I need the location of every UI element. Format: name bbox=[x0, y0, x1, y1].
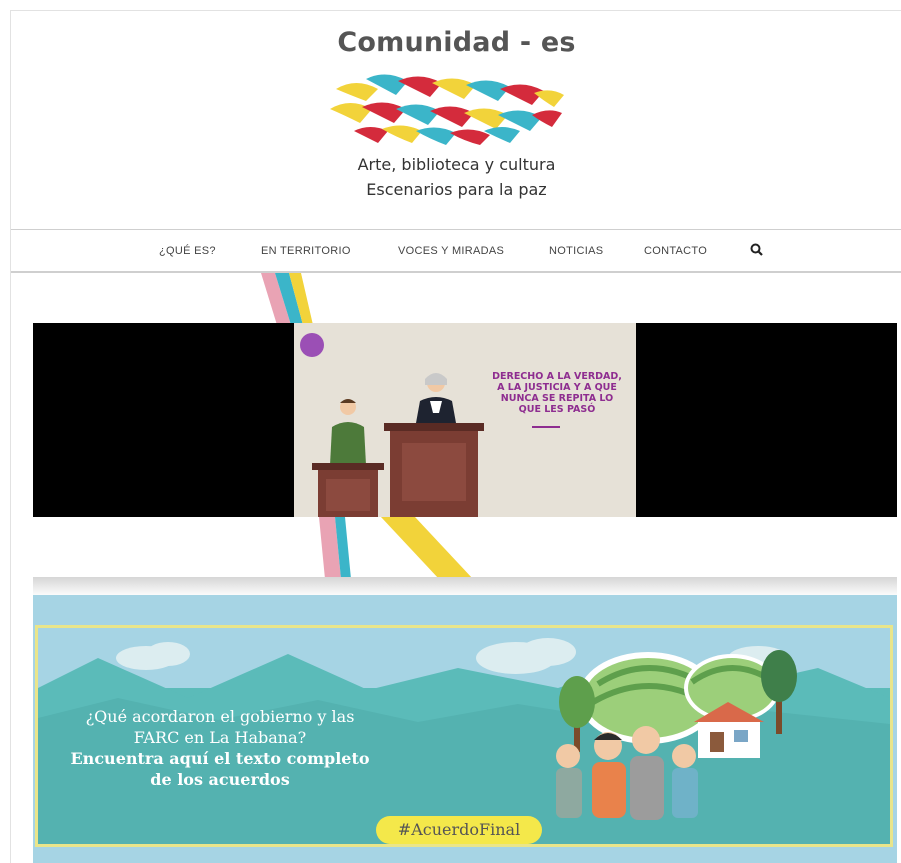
banner-shadow bbox=[33, 577, 897, 597]
nav-item-voces-y-miradas[interactable]: VOCES Y MIRADAS bbox=[398, 245, 504, 257]
hashtag-badge[interactable]: #AcuerdoFinal bbox=[376, 816, 542, 844]
site-title[interactable]: Comunidad - es bbox=[11, 27, 901, 58]
hero-caption-line: QUE LES PASÓ bbox=[518, 404, 596, 415]
tagline-line-2: Escenarios para la paz bbox=[366, 180, 547, 199]
banner-heading: ¿Qué acordaron el gobierno y las FARC en… bbox=[60, 706, 380, 790]
main-nav: ¿QUÉ ES? EN TERRITORIO VOCES Y MIRADAS N… bbox=[11, 229, 901, 273]
courtroom-illustration bbox=[312, 373, 484, 517]
banner-line-4: de los acuerdos bbox=[150, 770, 290, 789]
hero-caption-underline bbox=[532, 426, 560, 428]
nav-item-en-territorio[interactable]: EN TERRITORIO bbox=[261, 245, 351, 257]
hero-caption-line: NUNCA SE REPITA LO bbox=[500, 393, 614, 404]
hero-caption: DERECHO A LA VERDAD, A LA JUSTICIA Y A Q… bbox=[487, 371, 627, 415]
braid-decoration-bottom bbox=[319, 517, 473, 579]
banner-line-1: ¿Qué acordaron el gobierno y las bbox=[85, 707, 355, 726]
braid-decoration-top bbox=[261, 273, 313, 325]
banner-line-2: FARC en La Habana? bbox=[133, 728, 307, 747]
page-frame: Comunidad - es Arte, biblioteca y cultur… bbox=[10, 10, 901, 863]
acuerdo-final-banner[interactable]: ¿Qué acordaron el gobierno y las FARC en… bbox=[35, 625, 893, 847]
search-icon[interactable] bbox=[749, 242, 765, 258]
hero-caption-line: A LA JUSTICIA Y A QUE bbox=[497, 382, 617, 393]
nav-item-noticias[interactable]: NOTICIAS bbox=[549, 245, 603, 257]
nav-item-contacto[interactable]: CONTACTO bbox=[644, 245, 707, 257]
logo-braid[interactable] bbox=[326, 67, 566, 147]
hero-illustration: DERECHO A LA VERDAD, A LA JUSTICIA Y A Q… bbox=[294, 323, 636, 517]
banner-line-3: Encuentra aquí el texto completo bbox=[70, 749, 370, 768]
nav-item-que-es[interactable]: ¿QUÉ ES? bbox=[159, 245, 216, 257]
tagline-line-1: Arte, biblioteca y cultura bbox=[357, 155, 556, 174]
hero-caption-line: DERECHO A LA VERDAD, bbox=[492, 371, 622, 382]
hero-video[interactable]: DERECHO A LA VERDAD, A LA JUSTICIA Y A Q… bbox=[33, 323, 897, 517]
